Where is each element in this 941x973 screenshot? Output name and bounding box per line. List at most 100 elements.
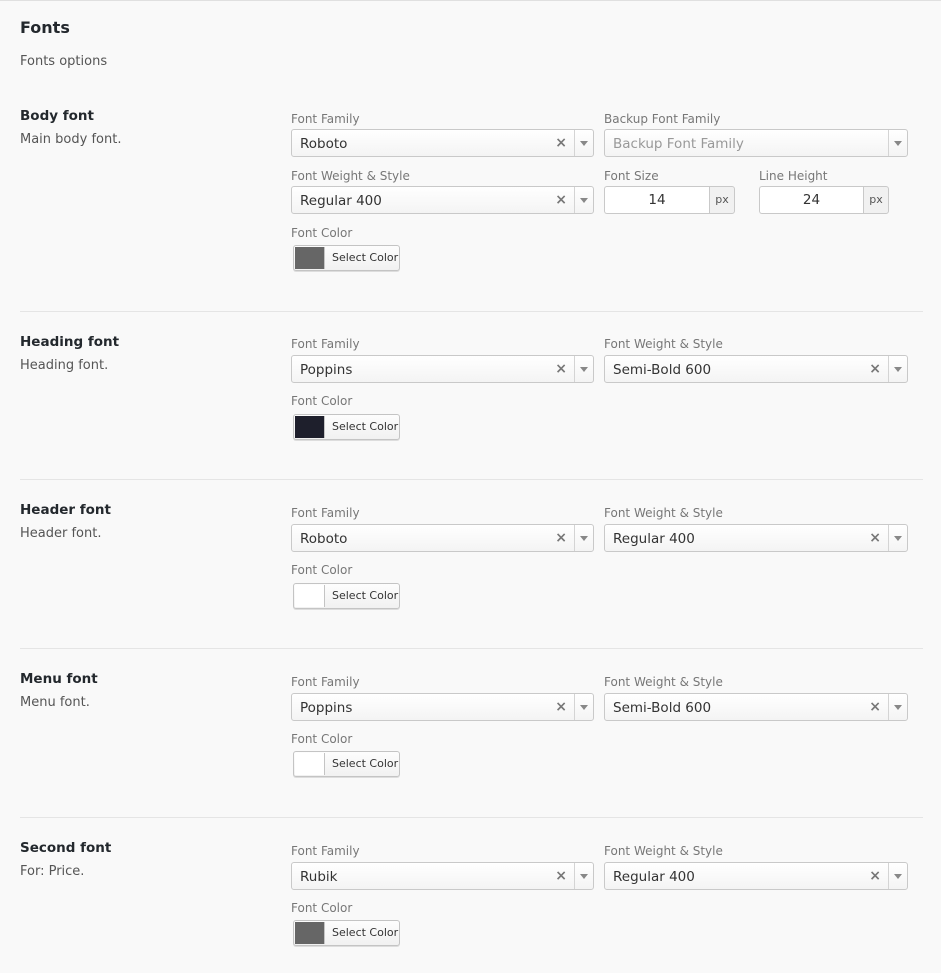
dropdown-arrow[interactable] (574, 356, 593, 382)
select-color-button[interactable]: Select Color (293, 245, 400, 271)
select-color-label: Select Color (332, 757, 399, 770)
select-color-label: Select Color (332, 251, 399, 264)
clear-icon[interactable]: × (869, 868, 881, 884)
font-weight-style-select[interactable]: Regular 400 × (604, 524, 908, 552)
section-title: Heading font (20, 334, 120, 350)
chevron-down-icon (894, 141, 902, 146)
font-family-label: Font Family (291, 506, 360, 520)
font-family-label: Font Family (291, 112, 360, 126)
section-divider (20, 648, 923, 649)
font-family-value: Rubik (300, 869, 338, 885)
font-family-select[interactable]: Roboto × (291, 524, 594, 552)
top-border (0, 0, 941, 1)
dropdown-arrow[interactable] (574, 130, 593, 156)
select-color-button[interactable]: Select Color (293, 751, 400, 777)
backup-font-family-placeholder: Backup Font Family (613, 136, 744, 152)
dropdown-arrow[interactable] (574, 187, 593, 213)
font-family-select[interactable]: Roboto × (291, 129, 594, 157)
dropdown-arrow[interactable] (888, 694, 907, 720)
line-height-input[interactable]: 24 (759, 186, 863, 214)
dropdown-arrow[interactable] (574, 525, 593, 551)
clear-icon[interactable]: × (555, 868, 567, 884)
font-family-label: Font Family (291, 337, 360, 351)
font-weight-style-label: Font Weight & Style (604, 844, 723, 858)
font-color-label: Font Color (291, 563, 353, 577)
section-divider (20, 817, 923, 818)
dropdown-arrow[interactable] (888, 356, 907, 382)
font-color-label: Font Color (291, 732, 353, 746)
font-family-label: Font Family (291, 675, 360, 689)
clear-icon[interactable]: × (869, 361, 881, 377)
font-size-unit: px (709, 186, 735, 214)
section-title: Header font (20, 502, 111, 518)
select-color-button[interactable]: Select Color (293, 414, 400, 440)
font-family-label: Font Family (291, 844, 360, 858)
clear-icon[interactable]: × (555, 135, 567, 151)
font-weight-style-label: Font Weight & Style (291, 169, 410, 183)
dropdown-arrow[interactable] (888, 863, 907, 889)
dropdown-arrow[interactable] (574, 694, 593, 720)
clear-icon[interactable]: × (555, 361, 567, 377)
section-description: Menu font. (20, 695, 90, 710)
dropdown-arrow[interactable] (888, 130, 907, 156)
font-weight-value: Semi-Bold 600 (613, 362, 712, 378)
font-family-value: Roboto (300, 531, 348, 547)
select-color-label: Select Color (332, 589, 399, 602)
chevron-down-icon (580, 705, 588, 710)
chevron-down-icon (894, 367, 902, 372)
font-family-select[interactable]: Rubik × (291, 862, 594, 890)
section-description: For: Price. (20, 864, 85, 879)
select-color-label: Select Color (332, 420, 399, 433)
clear-icon[interactable]: × (555, 192, 567, 208)
font-family-value: Roboto (300, 136, 348, 152)
dropdown-arrow[interactable] (888, 525, 907, 551)
clear-icon[interactable]: × (555, 530, 567, 546)
section-title: Menu font (20, 671, 98, 687)
font-weight-style-label: Font Weight & Style (604, 506, 723, 520)
clear-icon[interactable]: × (869, 530, 881, 546)
page-title: Fonts (20, 18, 70, 37)
chevron-down-icon (580, 536, 588, 541)
clear-icon[interactable]: × (555, 699, 567, 715)
section-description: Main body font. (20, 132, 122, 147)
select-color-button[interactable]: Select Color (293, 920, 400, 946)
chevron-down-icon (580, 874, 588, 879)
section-divider (20, 311, 923, 312)
font-weight-style-select[interactable]: Regular 400 × (604, 862, 908, 890)
color-swatch (295, 922, 325, 944)
font-weight-style-select[interactable]: Regular 400 × (291, 186, 594, 214)
font-weight-style-label: Font Weight & Style (604, 675, 723, 689)
dropdown-arrow[interactable] (574, 863, 593, 889)
font-color-label: Font Color (291, 394, 353, 408)
font-weight-style-label: Font Weight & Style (604, 337, 723, 351)
font-color-label: Font Color (291, 901, 353, 915)
color-swatch (295, 753, 325, 775)
clear-icon[interactable]: × (869, 699, 881, 715)
chevron-down-icon (894, 874, 902, 879)
backup-font-family-label: Backup Font Family (604, 112, 721, 126)
backup-font-family-select[interactable]: Backup Font Family (604, 129, 908, 157)
chevron-down-icon (580, 141, 588, 146)
font-size-label: Font Size (604, 169, 659, 183)
chevron-down-icon (894, 705, 902, 710)
chevron-down-icon (580, 367, 588, 372)
color-swatch (295, 247, 325, 269)
line-height-label: Line Height (759, 169, 828, 183)
font-weight-style-select[interactable]: Semi-Bold 600 × (604, 355, 908, 383)
font-size-input[interactable]: 14 (604, 186, 709, 214)
font-weight-style-select[interactable]: Semi-Bold 600 × (604, 693, 908, 721)
font-family-value: Poppins (300, 362, 353, 378)
font-weight-value: Semi-Bold 600 (613, 700, 712, 716)
chevron-down-icon (580, 198, 588, 203)
font-family-select[interactable]: Poppins × (291, 355, 594, 383)
select-color-button[interactable]: Select Color (293, 583, 400, 609)
font-weight-value: Regular 400 (613, 531, 695, 547)
font-size-field: 14 px (604, 186, 735, 214)
font-weight-value: Regular 400 (300, 193, 382, 209)
chevron-down-icon (894, 536, 902, 541)
page-subtitle: Fonts options (20, 54, 108, 69)
color-swatch (295, 585, 325, 607)
section-description: Heading font. (20, 358, 109, 373)
font-family-select[interactable]: Poppins × (291, 693, 594, 721)
section-divider (20, 479, 923, 480)
